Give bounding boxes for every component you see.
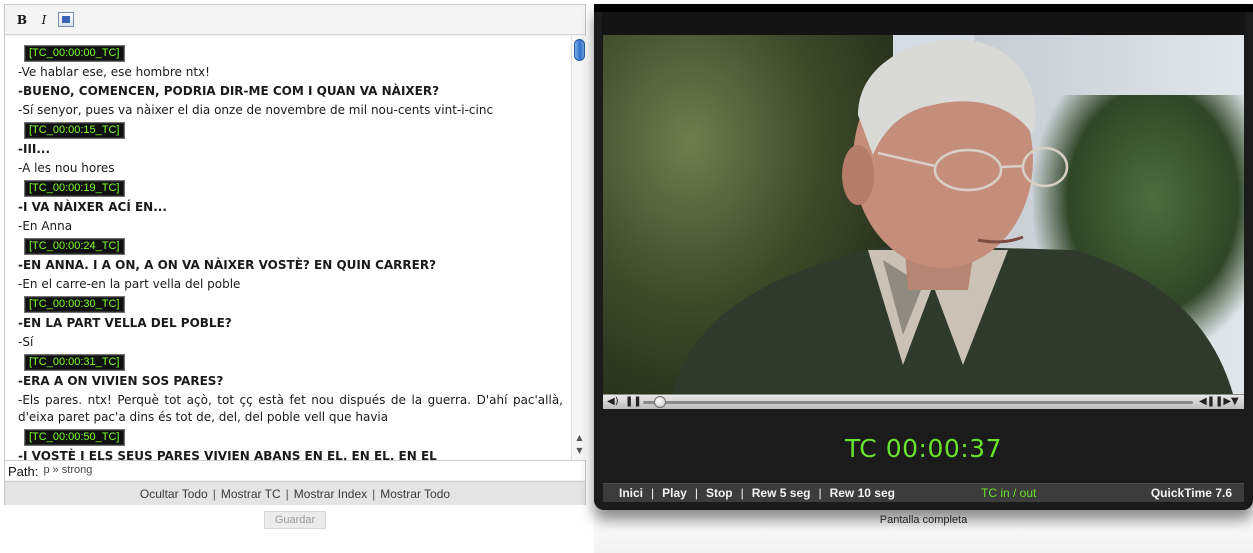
scroll-down-icon[interactable]: ▼: [575, 446, 584, 455]
link-separator: |: [372, 486, 376, 501]
editor-toolbar: B I: [5, 5, 585, 35]
rew-10-button[interactable]: Rew 10 seg: [830, 486, 895, 500]
timecode-row: [TC_00:00:30_TC]: [18, 294, 571, 314]
video-frame[interactable]: [603, 35, 1244, 394]
word-paste-button[interactable]: [57, 11, 75, 29]
player-control-bar: Inici | Play | Stop | Rew 5 seg | Rew 10 seg TC …: [603, 483, 1244, 502]
timecode-tag[interactable]: [TC_00:00:15_TC]: [24, 122, 125, 139]
control-separator: |: [694, 486, 698, 500]
question-line: -BUENO, COMENCEN, PODRIA DIR-ME COM I QU…: [18, 84, 440, 98]
timecode-tag[interactable]: [TC_00:00:19_TC]: [24, 180, 125, 197]
video-controls: ◀) ❚❚ ◀❚ ❚▶ ▼: [603, 394, 1244, 409]
inici-button[interactable]: Inici: [619, 486, 643, 500]
answer-line: -Els pares. ntx! Perquè tot açò, tot çç …: [18, 393, 563, 424]
path-label: Path:: [8, 464, 39, 479]
play-button[interactable]: Play: [662, 486, 687, 500]
save-button[interactable]: Guardar: [264, 511, 326, 529]
question-line: -I VOSTÈ I ELS SEUS PARES VIVIEN ABANS E…: [18, 449, 437, 460]
answer-line: -En Anna: [18, 219, 73, 233]
control-separator: |: [818, 486, 822, 500]
volume-icon[interactable]: ◀): [607, 396, 619, 408]
question-line: -EN LA PART VELLA DEL POBLE?: [18, 316, 232, 330]
timecode-tag[interactable]: [TC_00:00:24_TC]: [24, 238, 125, 255]
scroll-up-icon[interactable]: ▲: [575, 433, 584, 442]
scrollbar-thumb[interactable]: [574, 39, 585, 61]
timecode-row: [TC_00:00:24_TC]: [18, 236, 571, 256]
control-separator: |: [740, 486, 744, 500]
answer-line: -A les nou hores: [18, 161, 115, 175]
rew-5-button[interactable]: Rew 5 seg: [752, 486, 811, 500]
link-ocultar-todo[interactable]: Ocultar Todo: [140, 487, 208, 501]
transcript-text-area[interactable]: [TC_00:00:00_TC] -Ve hablar ese, ese homb…: [5, 36, 571, 460]
link-mostrar-index[interactable]: Mostrar Index: [294, 487, 367, 501]
view-links: Ocultar Todo | Mostrar TC | Mostrar Inde…: [5, 481, 585, 505]
link-mostrar-tc[interactable]: Mostrar TC: [221, 487, 281, 501]
timecode-row: [TC_00:00:50_TC]: [18, 427, 571, 447]
italic-button[interactable]: I: [35, 11, 53, 29]
timecode-display: TC 00:00:37: [845, 434, 1002, 463]
path-bar: Path: p » strong: [5, 460, 585, 480]
control-separator: |: [651, 486, 655, 500]
question-line: -ERA A ON VIVIEN SOS PARES?: [18, 374, 224, 388]
timecode-tag[interactable]: [TC_00:00:31_TC]: [24, 354, 125, 371]
link-separator: |: [285, 486, 289, 501]
stop-button[interactable]: Stop: [706, 486, 733, 500]
link-separator: |: [212, 486, 216, 501]
answer-line: -Ve hablar ese, ese hombre ntx!: [18, 65, 210, 79]
timecode-row: [TC_00:00:31_TC]: [18, 352, 571, 372]
video-player: ◀) ❚❚ ◀❚ ❚▶ ▼ TC 00:00:37 Inici | Play | Sto…: [594, 4, 1253, 510]
answer-line: -En el carre-en la part vella del poble: [18, 277, 241, 291]
timecode-row: [TC_00:00:15_TC]: [18, 120, 571, 140]
word-icon: [58, 12, 74, 27]
fullscreen-link[interactable]: Pantalla completa: [594, 514, 1253, 526]
link-mostrar-todo[interactable]: Mostrar Todo: [380, 487, 450, 501]
timecode-row: [TC_00:00:19_TC]: [18, 178, 571, 198]
answer-line: -Sí: [18, 335, 34, 349]
pause-icon[interactable]: ❚❚: [625, 396, 642, 408]
timecode-tag[interactable]: [TC_00:00:50_TC]: [24, 429, 125, 446]
step-back-icon[interactable]: ◀❚: [1199, 396, 1215, 408]
tc-in-out-button[interactable]: TC in / out: [981, 486, 1036, 500]
step-forward-icon[interactable]: ❚▶: [1215, 396, 1231, 408]
timecode-tag[interactable]: [TC_00:00:30_TC]: [24, 296, 125, 313]
progress-knob[interactable]: [653, 396, 666, 408]
answer-line: -Sí senyor, pues va nàixer el dia onze d…: [18, 103, 494, 117]
question-line: -III...: [18, 142, 51, 156]
menu-triangle-icon[interactable]: ▼: [1231, 396, 1239, 408]
interviewee-figure: [673, 39, 1233, 394]
quicktime-version: QuickTime 7.6: [1150, 486, 1232, 500]
page: B I [TC_00:00:00_TC] -Ve hablar ese, ese …: [0, 0, 1253, 553]
editor-scrollbar[interactable]: ▲ ▼: [571, 36, 586, 460]
question-line: -EN ANNA. I A ON, A ON VA NÀIXER VOSTÈ? …: [18, 258, 437, 272]
transcript-editor: B I [TC_00:00:00_TC] -Ve hablar ese, ese …: [4, 4, 586, 505]
timecode-tag[interactable]: [TC_00:00:00_TC]: [24, 45, 125, 62]
progress-track[interactable]: [643, 401, 1193, 404]
timecode-row: [TC_00:00:00_TC]: [18, 43, 571, 63]
question-line: -I VA NÀIXER ACÍ EN...: [18, 200, 167, 214]
player-top-band: [594, 4, 1253, 12]
bold-button[interactable]: B: [13, 11, 31, 29]
path-value: p » strong: [43, 464, 93, 476]
